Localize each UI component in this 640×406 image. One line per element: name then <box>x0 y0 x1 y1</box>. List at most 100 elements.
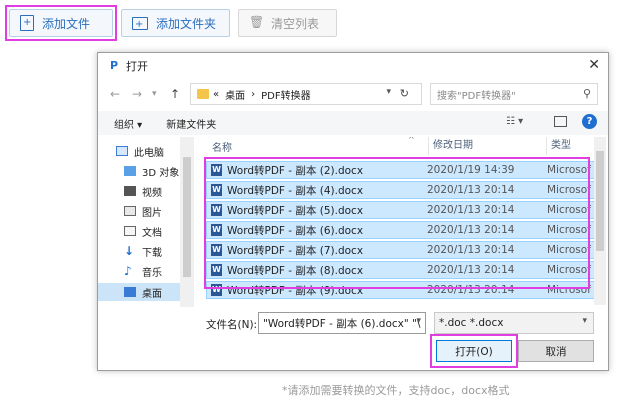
image-icon <box>124 206 136 216</box>
format-hint: *请添加需要转换的文件，支持doc，docx格式 <box>282 384 510 397</box>
file-type: Microsof <box>547 164 591 176</box>
folder-icon <box>197 89 209 99</box>
file-date: 2020/1/13 20:14 <box>427 244 515 256</box>
music-icon: ♪ <box>124 264 132 278</box>
file-row[interactable]: W Word转PDF - 副本 (7).docx 2020/1/13 20:14… <box>206 241 598 259</box>
preview-pane-icon[interactable] <box>554 116 567 127</box>
file-type: Microsof <box>547 184 591 196</box>
close-icon[interactable]: ✕ <box>588 57 600 73</box>
word-doc-icon: W <box>211 184 222 196</box>
document-icon <box>124 226 136 236</box>
cancel-button[interactable]: 取消 <box>518 340 594 362</box>
navigation-bar: ← → ▾ ↑ « 桌面 › PDF转换器 ▾ ↻ 搜索"PDF转换器" ⚲ <box>98 83 608 107</box>
file-row[interactable]: W Word转PDF - 副本 (5).docx 2020/1/13 20:14… <box>206 201 598 219</box>
file-date: 2020/1/13 20:14 <box>427 284 515 296</box>
sidebar-item-label: 3D 对象 <box>142 167 180 179</box>
forward-arrow-icon[interactable]: → <box>132 87 142 101</box>
file-name: Word转PDF - 副本 (7).docx <box>227 244 364 257</box>
breadcrumb-desktop[interactable]: 桌面 <box>225 87 245 102</box>
add-folder-button[interactable]: 添加文件夹 <box>121 9 230 37</box>
word-doc-icon: W <box>211 224 222 236</box>
sidebar-item-label: 音乐 <box>142 267 162 279</box>
clear-list-button[interactable]: 🗑 清空列表 <box>238 9 337 37</box>
search-input[interactable]: 搜索"PDF转换器" ⚲ <box>430 83 598 105</box>
add-folder-icon <box>132 16 148 31</box>
file-type: Microsof <box>547 244 591 256</box>
open-button[interactable]: 打开(O) <box>436 340 512 362</box>
refresh-icon[interactable]: ↻ <box>400 87 409 100</box>
file-name: Word转PDF - 副本 (5).docx <box>227 204 364 217</box>
add-file-button[interactable]: 添加文件 <box>9 9 113 37</box>
video-icon <box>124 186 136 196</box>
dialog-title: 打开 <box>126 60 148 73</box>
sidebar-item-pictures[interactable]: 图片 <box>124 203 162 219</box>
sidebar-item-downloads[interactable]: ↓ 下载 <box>124 243 162 259</box>
file-date: 2020/1/13 20:14 <box>427 184 515 196</box>
help-icon[interactable]: ? <box>582 114 597 129</box>
search-icon: ⚲ <box>582 87 591 100</box>
chevron-down-icon[interactable]: ▾ <box>416 316 421 326</box>
sidebar-item-label: 图片 <box>142 207 162 219</box>
file-list-scrollbar[interactable] <box>594 137 606 305</box>
column-name[interactable]: 名称 <box>212 139 232 154</box>
back-arrow-icon[interactable]: ← <box>110 87 120 101</box>
file-name: Word转PDF - 副本 (4).docx <box>227 184 364 197</box>
sidebar-item-label: 下载 <box>142 247 162 259</box>
view-options-icon[interactable]: ☷ ▾ <box>506 116 523 127</box>
sidebar-item-music[interactable]: ♪ 音乐 <box>124 263 162 279</box>
column-header-row: ^ 名称 修改日期 类型 <box>200 137 606 155</box>
word-doc-icon: W <box>211 264 222 276</box>
organize-menu[interactable]: 组织 ▾ <box>114 116 142 131</box>
add-file-icon <box>20 15 34 31</box>
add-folder-label: 添加文件夹 <box>156 16 217 31</box>
download-icon: ↓ <box>124 244 135 258</box>
sidebar-scrollbar[interactable] <box>180 137 194 307</box>
filename-value: "Word转PDF - 副本 (6).docx" "\ <box>263 317 421 330</box>
filename-label: 文件名(N): <box>206 319 258 331</box>
word-doc-icon: W <box>211 284 222 296</box>
file-type: Microsof <box>547 264 591 276</box>
file-row[interactable]: W Word转PDF - 副本 (9).docx 2020/1/13 20:14… <box>206 281 598 299</box>
up-arrow-icon[interactable]: ↑ <box>170 87 180 101</box>
word-doc-icon: W <box>211 204 222 216</box>
file-row[interactable]: W Word转PDF - 副本 (4).docx 2020/1/13 20:14… <box>206 181 598 199</box>
sidebar-item-desktop[interactable]: 桌面 <box>124 284 162 300</box>
file-row[interactable]: W Word转PDF - 副本 (2).docx 2020/1/19 14:39… <box>206 161 598 179</box>
sidebar-item-documents[interactable]: 文档 <box>124 223 162 239</box>
column-type[interactable]: 类型 <box>546 137 571 155</box>
navigation-pane: 此电脑 3D 对象 视频 图片 文档 ↓ 下载 ♪ 音乐 桌面 <box>98 137 194 307</box>
file-row[interactable]: W Word转PDF - 副本 (8).docx 2020/1/13 20:14… <box>206 261 598 279</box>
file-list: ^ 名称 修改日期 类型 W Word转PDF - 副本 (2).docx 20… <box>200 137 606 305</box>
chevron-down-icon[interactable]: ▾ <box>386 87 391 97</box>
address-bar[interactable]: « 桌面 › PDF转换器 ▾ ↻ <box>190 83 422 105</box>
file-type: Microsof <box>547 224 591 236</box>
breadcrumb-pdf-converter[interactable]: PDF转换器 <box>261 87 310 102</box>
recent-dropdown-icon[interactable]: ▾ <box>152 89 157 99</box>
file-date: 2020/1/13 20:14 <box>427 204 515 216</box>
sidebar-item-this-pc[interactable]: 此电脑 <box>116 143 164 159</box>
column-modified[interactable]: 修改日期 <box>428 137 473 155</box>
file-date: 2020/1/13 20:14 <box>427 224 515 236</box>
sidebar-item-videos[interactable]: 视频 <box>124 183 162 199</box>
file-row[interactable]: W Word转PDF - 副本 (6).docx 2020/1/13 20:14… <box>206 221 598 239</box>
new-folder-button[interactable]: 新建文件夹 <box>166 116 216 131</box>
sidebar-item-label: 文档 <box>142 227 162 239</box>
chevron-down-icon: ▾ <box>582 316 587 326</box>
file-type-select[interactable]: *.doc *.docx ▾ <box>434 312 594 334</box>
word-doc-icon: W <box>211 164 222 176</box>
trash-icon: 🗑 <box>249 15 265 29</box>
open-file-dialog: P 打开 ✕ ← → ▾ ↑ « 桌面 › PDF转换器 ▾ ↻ 搜索"PDF转… <box>97 52 609 371</box>
search-placeholder: 搜索"PDF转换器" <box>437 90 516 102</box>
scrollbar-thumb[interactable] <box>596 151 604 251</box>
file-type: Microsof <box>547 204 591 216</box>
breadcrumb-overflow[interactable]: « <box>213 89 219 100</box>
scrollbar-thumb[interactable] <box>183 157 191 277</box>
clear-list-label: 清空列表 <box>271 16 320 31</box>
file-name: Word转PDF - 副本 (6).docx <box>227 224 364 237</box>
cube-icon <box>124 166 136 176</box>
sidebar-item-label: 桌面 <box>142 288 162 300</box>
filename-field[interactable]: "Word转PDF - 副本 (6).docx" "\ ▾ <box>258 312 426 334</box>
app-logo-icon: P <box>109 59 119 72</box>
sidebar-item-label: 此电脑 <box>134 147 164 159</box>
sidebar-item-3d-objects[interactable]: 3D 对象 <box>124 163 179 179</box>
